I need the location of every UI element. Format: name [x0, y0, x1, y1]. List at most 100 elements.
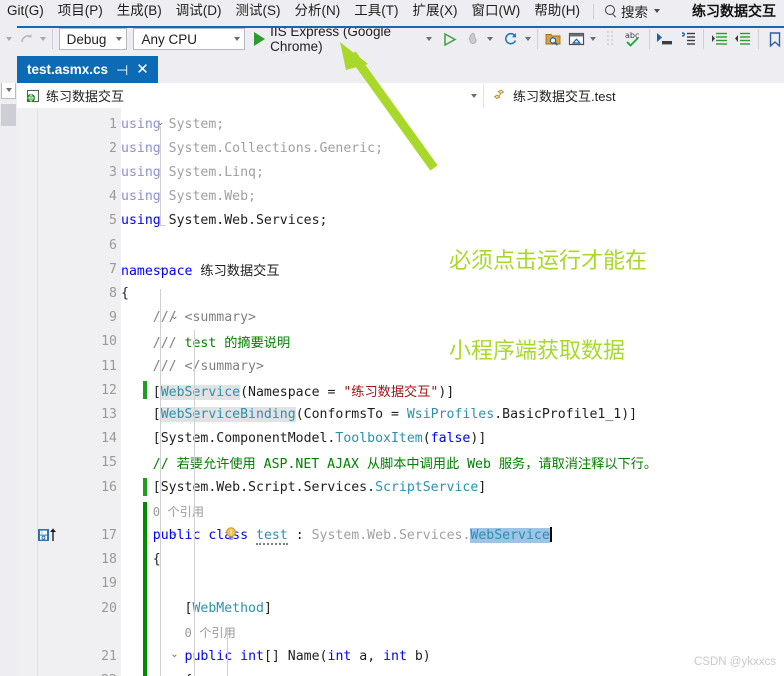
code-text: /// <summary> — [152, 310, 256, 326]
code-text: [System.ComponentModel.ToolboxItem(false… — [121, 431, 487, 447]
menu-git[interactable]: Git(G) — [0, 0, 51, 22]
line-number: 7 — [109, 261, 117, 277]
codelens-row[interactable]: 0 个引用 — [17, 620, 784, 644]
code-text: /// test 的摘要说明 — [152, 336, 291, 352]
annotation-line-2: 小程序端获取数据 — [449, 338, 626, 363]
restart-dropdown-icon[interactable] — [524, 37, 531, 41]
code-line[interactable]: 3 using System.Linq; — [17, 160, 784, 184]
visual-studio-window: Git(G) 项目(P) 生成(B) 调试(D) 测试(S) 分析(N) 工具(… — [0, 0, 784, 676]
left-strip-combo[interactable] — [1, 81, 16, 99]
designer-dropdown-icon[interactable] — [590, 37, 597, 41]
menu-window[interactable]: 窗口(W) — [465, 0, 528, 22]
bookmark-icon[interactable] — [765, 27, 784, 51]
change-bar-line-12 — [143, 381, 147, 400]
class-icon — [492, 88, 508, 104]
chevron-down-icon[interactable] — [653, 9, 660, 13]
line-number: 20 — [101, 600, 117, 616]
code-line[interactable]: 11 /// </summary> — [17, 354, 784, 378]
redo-icon[interactable] — [17, 27, 36, 51]
menu-help[interactable]: 帮助(H) — [527, 0, 587, 22]
left-strip-scroll-thumb[interactable] — [1, 104, 16, 126]
code-line[interactable]: 2 using System.Collections.Generic; — [17, 136, 784, 160]
platform-value: Any CPU — [141, 31, 197, 47]
search-box[interactable]: 搜索 — [600, 1, 664, 21]
line-number: 8 — [109, 285, 117, 301]
decrease-indent-icon[interactable] — [734, 27, 753, 51]
line-number: 21 — [101, 648, 117, 664]
menu-extensions[interactable]: 扩展(X) — [406, 0, 465, 22]
platform-combo[interactable]: Any CPU — [133, 28, 246, 50]
code-line[interactable]: 10 /// test 的摘要说明 — [17, 330, 784, 354]
code-line[interactable]: 1 ⌄ using System; — [17, 112, 784, 136]
document-tab-strip: test.asmx.cs ⊣ ✕ — [0, 56, 784, 83]
menu-debug[interactable]: 调试(D) — [169, 0, 229, 22]
code-text: [System.Web.Script.Services.ScriptServic… — [121, 479, 487, 495]
tab-filename: test.asmx.cs — [27, 62, 109, 77]
undo-dropdown-icon[interactable] — [6, 37, 13, 41]
code-line[interactable]: 16 [System.Web.Script.Services.ScriptSer… — [17, 475, 784, 499]
code-line[interactable]: 19 — [17, 572, 784, 596]
code-line[interactable]: 18 { — [17, 548, 784, 572]
indent-guide-namespace — [160, 289, 161, 676]
code-line[interactable]: 6 — [17, 233, 784, 257]
menu-test[interactable]: 测试(S) — [229, 0, 288, 22]
menu-analyze[interactable]: 分析(N) — [288, 0, 348, 22]
type-dropdown[interactable]: 练习数据交互.test — [484, 83, 622, 108]
line-number: 16 — [101, 479, 117, 495]
inheritance-margin-icon[interactable]: I — [37, 527, 59, 543]
code-line[interactable]: 21 ⌄ public int[] Name(int a, int b) — [17, 644, 784, 668]
hot-reload-icon[interactable] — [464, 27, 483, 51]
type-value: 练习数据交互.test — [513, 89, 616, 104]
line-number: 19 — [101, 576, 117, 592]
run-target-dropdown-icon[interactable] — [426, 37, 433, 41]
configuration-combo[interactable]: Debug — [58, 28, 128, 50]
code-line[interactable]: 4 using System.Web; — [17, 185, 784, 209]
code-line[interactable]: 8{ — [17, 281, 784, 305]
code-line[interactable]: 22 { — [17, 669, 784, 676]
chevron-down-icon[interactable] — [116, 37, 123, 41]
start-without-debugging-icon[interactable] — [441, 27, 460, 51]
spell-check-icon[interactable]: abc — [624, 27, 643, 51]
close-icon[interactable]: ✕ — [136, 62, 149, 77]
increase-indent-icon[interactable] — [710, 27, 729, 51]
uncomment-selection-icon[interactable] — [679, 27, 698, 51]
pin-icon[interactable]: ⊣ — [116, 63, 128, 77]
dotted-handle-icon[interactable] — [600, 27, 619, 51]
find-in-files-icon[interactable] — [544, 27, 563, 51]
document-tab-test-asmx-cs[interactable]: test.asmx.cs ⊣ ✕ — [17, 56, 158, 83]
code-line[interactable]: 20 [WebMethod] — [17, 596, 784, 620]
line-number: 10 — [101, 334, 117, 350]
toolbar-divider-1 — [51, 29, 53, 49]
hot-reload-dropdown-icon[interactable] — [487, 37, 494, 41]
toggle-designer-icon[interactable] — [567, 27, 586, 51]
code-editor[interactable]: 1 ⌄ using System; 2 using System.Collections… — [17, 108, 784, 676]
menu-tools[interactable]: 工具(T) — [347, 0, 405, 22]
lightbulb-icon[interactable] — [223, 526, 239, 542]
chevron-down-icon[interactable] — [471, 93, 477, 98]
code-line[interactable]: 5 using System.Web.Services; — [17, 209, 784, 233]
restart-icon[interactable] — [502, 27, 521, 51]
code-line[interactable]: 14 [System.ComponentModel.ToolboxItem(fa… — [17, 427, 784, 451]
code-line[interactable]: 7 ⌄ namespace 练习数据交互 — [17, 257, 784, 281]
code-line[interactable]: 17⌄ public class test : System.Web.Servi… — [17, 523, 784, 547]
change-bar-line-16 — [143, 478, 147, 496]
menu-project[interactable]: 项目(P) — [51, 0, 110, 22]
code-line[interactable]: 13 [WebServiceBinding(ConformsTo = WsiPr… — [17, 402, 784, 426]
start-debug-button[interactable]: IIS Express (Google Chrome) — [251, 24, 422, 54]
codelens-row[interactable]: 0 个引用 — [17, 499, 784, 523]
line-number: 6 — [109, 237, 117, 253]
redo-dropdown-icon[interactable] — [39, 37, 46, 41]
code-line[interactable]: 12 [WebService(Namespace = "练习数据交互")] — [17, 378, 784, 402]
line-number: 3 — [109, 164, 117, 180]
menu-build[interactable]: 生成(B) — [110, 0, 169, 22]
comment-selection-icon[interactable] — [655, 27, 674, 51]
annotation-line-1: 必须点击运行才能在 — [449, 248, 648, 273]
namespace-dropdown[interactable]: 练习数据交互 — [17, 83, 483, 108]
code-line[interactable]: 9 ⌄ /// <summary> — [17, 306, 784, 330]
code-line[interactable]: 15 // 若要允许使用 ASP.NET AJAX 从脚本中调用此 Web 服务… — [17, 451, 784, 475]
chevron-down-icon[interactable] — [234, 37, 241, 41]
change-bar-class-block — [143, 502, 147, 676]
collapse-bracket-end — [160, 224, 166, 226]
code-text: /// </summary> — [152, 358, 264, 374]
code-text: namespace 练习数据交互 — [121, 263, 280, 279]
